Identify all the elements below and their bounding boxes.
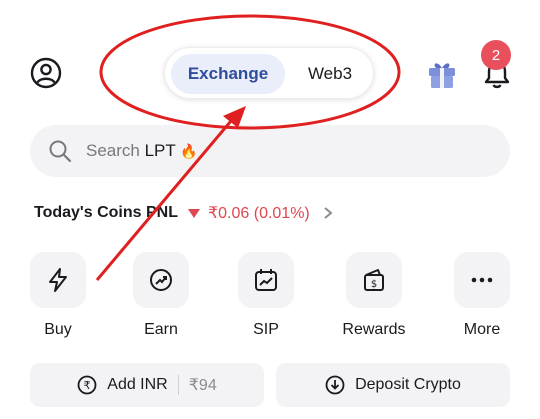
search-highlight: LPT — [144, 141, 176, 160]
action-sip[interactable]: SIP — [227, 250, 307, 345]
gift-icon[interactable] — [427, 56, 457, 90]
search-prefix: Search — [86, 141, 145, 160]
search-bar[interactable]: Search LPT 🔥 — [30, 125, 510, 177]
lightning-icon — [30, 252, 86, 308]
search-placeholder: Search LPT 🔥 — [86, 141, 198, 161]
tab-exchange[interactable]: Exchange — [171, 54, 285, 94]
action-label: SIP — [253, 321, 279, 338]
calendar-chart-icon — [238, 252, 294, 308]
action-rewards[interactable]: $ Rewards — [335, 250, 415, 345]
quick-actions: Buy Earn SIP $ Rewards More — [0, 250, 540, 345]
inr-balance: ₹94 — [188, 377, 217, 394]
svg-text:$: $ — [371, 279, 377, 290]
earn-icon — [133, 252, 189, 308]
add-inr-label: Add INR — [107, 376, 168, 393]
deposit-crypto-label: Deposit Crypto — [355, 376, 461, 393]
action-label: Rewards — [342, 321, 406, 338]
download-icon — [325, 375, 345, 395]
search-icon — [48, 139, 72, 163]
fire-icon: 🔥 — [180, 143, 198, 159]
more-icon — [454, 252, 510, 308]
deposit-crypto-button[interactable]: Deposit Crypto — [276, 363, 510, 407]
top-bar: Exchange Web3 2 — [0, 0, 540, 120]
notification-badge: 2 — [481, 40, 511, 70]
rewards-icon: $ — [346, 252, 402, 308]
action-earn[interactable]: Earn — [122, 250, 202, 345]
pnl-label: Today's Coins PNL — [34, 204, 178, 221]
pnl-row[interactable]: Today's Coins PNL ₹0.06 (0.01%) — [34, 202, 334, 224]
action-buy[interactable]: Buy — [19, 250, 99, 345]
divider — [177, 375, 179, 395]
user-circle-icon[interactable] — [30, 57, 62, 89]
chevron-right-icon — [322, 206, 334, 220]
rupee-icon: ₹ — [77, 375, 97, 395]
action-label: Earn — [144, 321, 178, 338]
tab-web3[interactable]: Web3 — [289, 54, 371, 94]
action-label: More — [463, 321, 501, 338]
action-label: Buy — [44, 321, 72, 338]
svg-text:₹: ₹ — [84, 379, 91, 392]
action-more[interactable]: More — [443, 250, 523, 345]
add-inr-button[interactable]: ₹ Add INR ₹94 — [30, 363, 264, 407]
pnl-value: ₹0.06 (0.01%) — [207, 205, 310, 222]
exchange-web3-toggle: Exchange Web3 — [164, 47, 374, 99]
down-arrow-icon — [187, 208, 200, 218]
